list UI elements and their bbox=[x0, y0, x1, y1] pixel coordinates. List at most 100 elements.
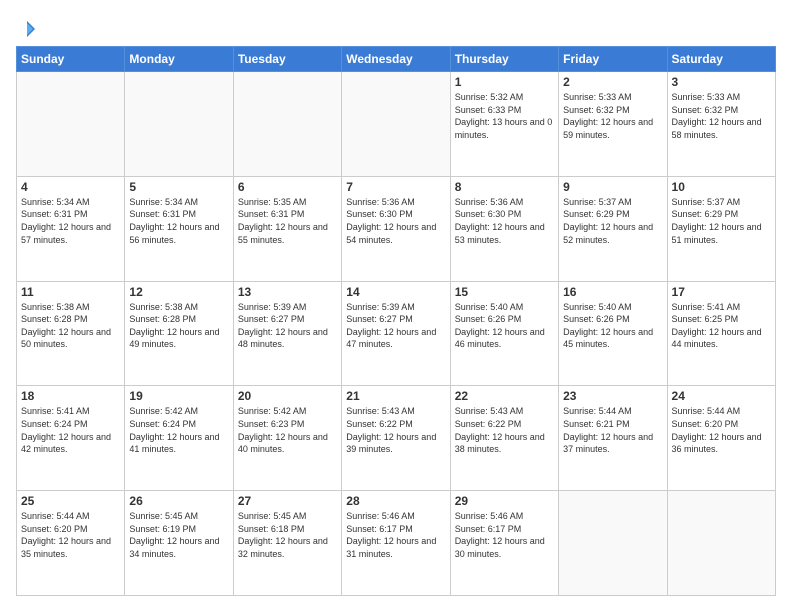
day-info: Sunrise: 5:34 AM Sunset: 6:31 PM Dayligh… bbox=[21, 196, 120, 246]
weekday-monday: Monday bbox=[125, 47, 233, 72]
calendar-cell: 18 Sunrise: 5:41 AM Sunset: 6:24 PM Dayl… bbox=[17, 386, 125, 491]
calendar-week-4: 25 Sunrise: 5:44 AM Sunset: 6:20 PM Dayl… bbox=[17, 491, 776, 596]
calendar-cell bbox=[125, 72, 233, 177]
calendar-cell: 11 Sunrise: 5:38 AM Sunset: 6:28 PM Dayl… bbox=[17, 281, 125, 386]
day-info: Sunrise: 5:39 AM Sunset: 6:27 PM Dayligh… bbox=[346, 301, 445, 351]
day-info: Sunrise: 5:42 AM Sunset: 6:24 PM Dayligh… bbox=[129, 405, 228, 455]
day-number: 17 bbox=[672, 285, 771, 299]
day-number: 22 bbox=[455, 389, 554, 403]
calendar-cell bbox=[233, 72, 341, 177]
day-number: 11 bbox=[21, 285, 120, 299]
day-info: Sunrise: 5:36 AM Sunset: 6:30 PM Dayligh… bbox=[455, 196, 554, 246]
calendar-week-2: 11 Sunrise: 5:38 AM Sunset: 6:28 PM Dayl… bbox=[17, 281, 776, 386]
day-number: 4 bbox=[21, 180, 120, 194]
day-number: 16 bbox=[563, 285, 662, 299]
day-info: Sunrise: 5:32 AM Sunset: 6:33 PM Dayligh… bbox=[455, 91, 554, 141]
day-number: 20 bbox=[238, 389, 337, 403]
calendar-cell: 12 Sunrise: 5:38 AM Sunset: 6:28 PM Dayl… bbox=[125, 281, 233, 386]
day-number: 2 bbox=[563, 75, 662, 89]
day-info: Sunrise: 5:44 AM Sunset: 6:21 PM Dayligh… bbox=[563, 405, 662, 455]
calendar-cell: 17 Sunrise: 5:41 AM Sunset: 6:25 PM Dayl… bbox=[667, 281, 775, 386]
calendar-cell bbox=[559, 491, 667, 596]
day-info: Sunrise: 5:46 AM Sunset: 6:17 PM Dayligh… bbox=[455, 510, 554, 560]
calendar-cell: 24 Sunrise: 5:44 AM Sunset: 6:20 PM Dayl… bbox=[667, 386, 775, 491]
calendar-week-3: 18 Sunrise: 5:41 AM Sunset: 6:24 PM Dayl… bbox=[17, 386, 776, 491]
day-number: 28 bbox=[346, 494, 445, 508]
calendar-cell: 6 Sunrise: 5:35 AM Sunset: 6:31 PM Dayli… bbox=[233, 176, 341, 281]
calendar-cell: 27 Sunrise: 5:45 AM Sunset: 6:18 PM Dayl… bbox=[233, 491, 341, 596]
calendar-cell: 26 Sunrise: 5:45 AM Sunset: 6:19 PM Dayl… bbox=[125, 491, 233, 596]
day-info: Sunrise: 5:41 AM Sunset: 6:25 PM Dayligh… bbox=[672, 301, 771, 351]
day-info: Sunrise: 5:36 AM Sunset: 6:30 PM Dayligh… bbox=[346, 196, 445, 246]
day-number: 8 bbox=[455, 180, 554, 194]
calendar-cell: 14 Sunrise: 5:39 AM Sunset: 6:27 PM Dayl… bbox=[342, 281, 450, 386]
day-info: Sunrise: 5:41 AM Sunset: 6:24 PM Dayligh… bbox=[21, 405, 120, 455]
day-number: 15 bbox=[455, 285, 554, 299]
calendar-cell: 28 Sunrise: 5:46 AM Sunset: 6:17 PM Dayl… bbox=[342, 491, 450, 596]
day-number: 23 bbox=[563, 389, 662, 403]
day-info: Sunrise: 5:45 AM Sunset: 6:18 PM Dayligh… bbox=[238, 510, 337, 560]
day-info: Sunrise: 5:40 AM Sunset: 6:26 PM Dayligh… bbox=[455, 301, 554, 351]
day-number: 9 bbox=[563, 180, 662, 194]
day-info: Sunrise: 5:33 AM Sunset: 6:32 PM Dayligh… bbox=[672, 91, 771, 141]
day-info: Sunrise: 5:38 AM Sunset: 6:28 PM Dayligh… bbox=[21, 301, 120, 351]
calendar-cell: 4 Sunrise: 5:34 AM Sunset: 6:31 PM Dayli… bbox=[17, 176, 125, 281]
calendar-cell: 1 Sunrise: 5:32 AM Sunset: 6:33 PM Dayli… bbox=[450, 72, 558, 177]
day-info: Sunrise: 5:40 AM Sunset: 6:26 PM Dayligh… bbox=[563, 301, 662, 351]
calendar-cell: 23 Sunrise: 5:44 AM Sunset: 6:21 PM Dayl… bbox=[559, 386, 667, 491]
day-info: Sunrise: 5:43 AM Sunset: 6:22 PM Dayligh… bbox=[346, 405, 445, 455]
day-number: 6 bbox=[238, 180, 337, 194]
logo-flag-icon bbox=[18, 20, 36, 38]
day-number: 24 bbox=[672, 389, 771, 403]
day-number: 5 bbox=[129, 180, 228, 194]
calendar-cell: 22 Sunrise: 5:43 AM Sunset: 6:22 PM Dayl… bbox=[450, 386, 558, 491]
calendar-week-1: 4 Sunrise: 5:34 AM Sunset: 6:31 PM Dayli… bbox=[17, 176, 776, 281]
day-number: 19 bbox=[129, 389, 228, 403]
calendar-cell: 13 Sunrise: 5:39 AM Sunset: 6:27 PM Dayl… bbox=[233, 281, 341, 386]
calendar-cell: 20 Sunrise: 5:42 AM Sunset: 6:23 PM Dayl… bbox=[233, 386, 341, 491]
day-info: Sunrise: 5:37 AM Sunset: 6:29 PM Dayligh… bbox=[563, 196, 662, 246]
weekday-friday: Friday bbox=[559, 47, 667, 72]
day-number: 25 bbox=[21, 494, 120, 508]
day-info: Sunrise: 5:44 AM Sunset: 6:20 PM Dayligh… bbox=[672, 405, 771, 455]
logo bbox=[16, 20, 36, 38]
calendar-cell: 8 Sunrise: 5:36 AM Sunset: 6:30 PM Dayli… bbox=[450, 176, 558, 281]
day-number: 14 bbox=[346, 285, 445, 299]
day-info: Sunrise: 5:44 AM Sunset: 6:20 PM Dayligh… bbox=[21, 510, 120, 560]
weekday-tuesday: Tuesday bbox=[233, 47, 341, 72]
day-info: Sunrise: 5:46 AM Sunset: 6:17 PM Dayligh… bbox=[346, 510, 445, 560]
day-number: 29 bbox=[455, 494, 554, 508]
day-info: Sunrise: 5:38 AM Sunset: 6:28 PM Dayligh… bbox=[129, 301, 228, 351]
calendar-week-0: 1 Sunrise: 5:32 AM Sunset: 6:33 PM Dayli… bbox=[17, 72, 776, 177]
calendar-cell: 25 Sunrise: 5:44 AM Sunset: 6:20 PM Dayl… bbox=[17, 491, 125, 596]
calendar-cell: 29 Sunrise: 5:46 AM Sunset: 6:17 PM Dayl… bbox=[450, 491, 558, 596]
calendar-table: SundayMondayTuesdayWednesdayThursdayFrid… bbox=[16, 46, 776, 596]
weekday-header-row: SundayMondayTuesdayWednesdayThursdayFrid… bbox=[17, 47, 776, 72]
calendar-cell: 3 Sunrise: 5:33 AM Sunset: 6:32 PM Dayli… bbox=[667, 72, 775, 177]
day-number: 21 bbox=[346, 389, 445, 403]
day-info: Sunrise: 5:42 AM Sunset: 6:23 PM Dayligh… bbox=[238, 405, 337, 455]
calendar-cell: 9 Sunrise: 5:37 AM Sunset: 6:29 PM Dayli… bbox=[559, 176, 667, 281]
day-number: 3 bbox=[672, 75, 771, 89]
calendar-cell: 7 Sunrise: 5:36 AM Sunset: 6:30 PM Dayli… bbox=[342, 176, 450, 281]
calendar-cell: 15 Sunrise: 5:40 AM Sunset: 6:26 PM Dayl… bbox=[450, 281, 558, 386]
day-info: Sunrise: 5:43 AM Sunset: 6:22 PM Dayligh… bbox=[455, 405, 554, 455]
day-info: Sunrise: 5:37 AM Sunset: 6:29 PM Dayligh… bbox=[672, 196, 771, 246]
day-info: Sunrise: 5:45 AM Sunset: 6:19 PM Dayligh… bbox=[129, 510, 228, 560]
day-info: Sunrise: 5:33 AM Sunset: 6:32 PM Dayligh… bbox=[563, 91, 662, 141]
calendar-cell: 10 Sunrise: 5:37 AM Sunset: 6:29 PM Dayl… bbox=[667, 176, 775, 281]
calendar-cell: 21 Sunrise: 5:43 AM Sunset: 6:22 PM Dayl… bbox=[342, 386, 450, 491]
day-number: 18 bbox=[21, 389, 120, 403]
weekday-saturday: Saturday bbox=[667, 47, 775, 72]
day-number: 27 bbox=[238, 494, 337, 508]
calendar-cell: 2 Sunrise: 5:33 AM Sunset: 6:32 PM Dayli… bbox=[559, 72, 667, 177]
calendar-cell bbox=[667, 491, 775, 596]
day-number: 7 bbox=[346, 180, 445, 194]
calendar-cell: 16 Sunrise: 5:40 AM Sunset: 6:26 PM Dayl… bbox=[559, 281, 667, 386]
day-number: 13 bbox=[238, 285, 337, 299]
day-number: 10 bbox=[672, 180, 771, 194]
day-number: 12 bbox=[129, 285, 228, 299]
day-number: 1 bbox=[455, 75, 554, 89]
day-info: Sunrise: 5:35 AM Sunset: 6:31 PM Dayligh… bbox=[238, 196, 337, 246]
calendar-cell: 19 Sunrise: 5:42 AM Sunset: 6:24 PM Dayl… bbox=[125, 386, 233, 491]
